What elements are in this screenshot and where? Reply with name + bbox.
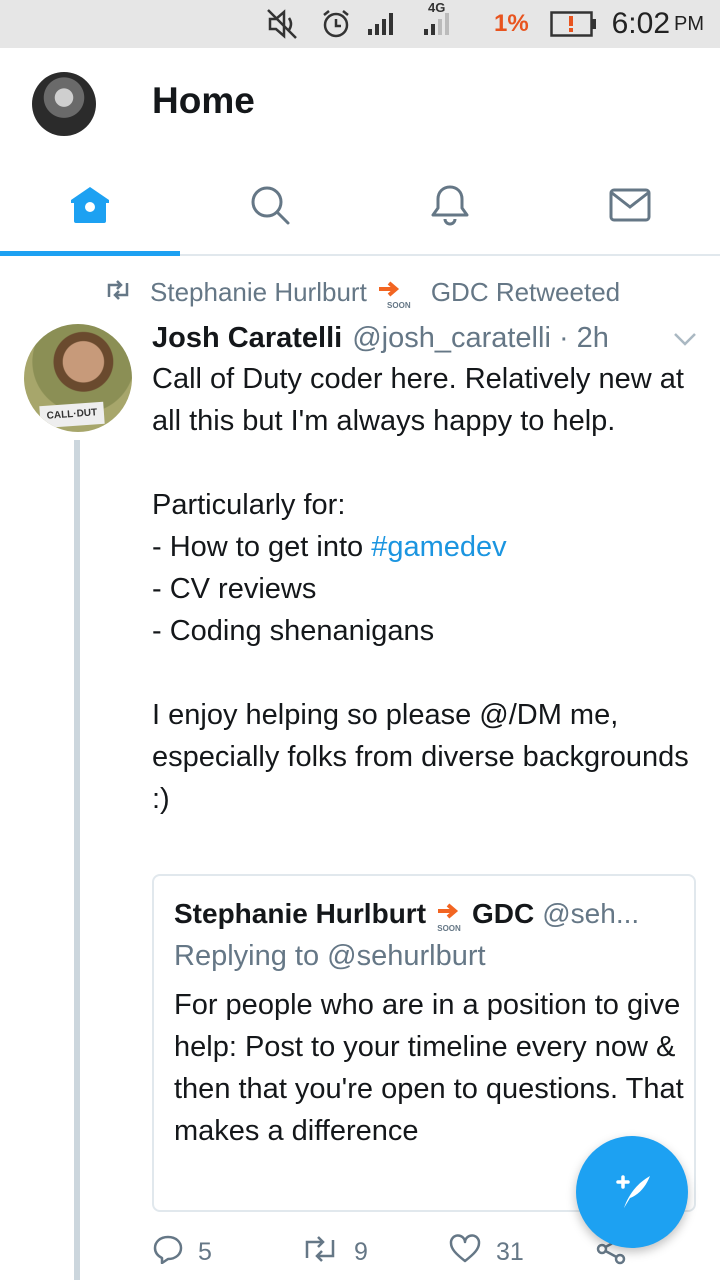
author-name[interactable]: Josh Caratelli: [152, 322, 342, 355]
tweet-line: Call of Duty coder here. Relatively new …: [152, 363, 684, 437]
quoted-tweet-header: Stephanie Hurlburt SOON GDC @seh...: [174, 894, 684, 934]
quoted-author-name: Stephanie Hurlburt: [174, 898, 427, 929]
quoted-author-handle: @seh...: [542, 898, 640, 929]
tab-notifications[interactable]: [360, 160, 540, 254]
clock-time: 6:02: [611, 7, 670, 40]
like-count: 31: [496, 1237, 524, 1266]
retweet-context[interactable]: Stephanie Hurlburt SOON GDC Retweeted: [104, 272, 620, 312]
battery-low-icon: [550, 0, 598, 48]
soon-label: SOON: [387, 300, 411, 310]
quoted-tweet-text: For people who are in a position to give…: [174, 989, 684, 1147]
page-title: Home: [152, 80, 255, 121]
soon-badge: SOON: [377, 275, 421, 310]
like-button[interactable]: 31: [448, 1230, 524, 1274]
retweet-button[interactable]: 9: [300, 1230, 368, 1274]
chevron-down-icon[interactable]: [672, 330, 698, 353]
clock: 6:02 PM: [612, 0, 704, 48]
reply-icon: [152, 1234, 198, 1271]
reply-button[interactable]: 5: [152, 1230, 212, 1274]
replying-to: Replying to @sehurlburt: [174, 940, 486, 972]
signal-icon: [366, 0, 396, 48]
author-handle[interactable]: @josh_caratelli · 2h: [352, 322, 609, 355]
profile-avatar[interactable]: [32, 72, 96, 136]
clock-ampm: PM: [674, 12, 704, 35]
search-icon: [248, 183, 292, 232]
mail-icon: [608, 183, 652, 232]
tweet-header: Josh Caratelli @josh_caratelli · 2h: [152, 318, 609, 358]
retweet-icon: [300, 1234, 354, 1271]
retweet-count: 9: [354, 1237, 368, 1266]
tweet-text: Call of Duty coder here. Relatively new …: [152, 358, 708, 820]
reply-count: 5: [198, 1237, 212, 1266]
retweeter-name: Stephanie Hurlburt: [150, 276, 367, 307]
avatar-shirt-text: CALL·DUT: [39, 401, 105, 429]
compose-tweet-button[interactable]: [576, 1136, 688, 1248]
soon-label: SOON: [437, 923, 461, 933]
tweet-line: - Coding shenanigans: [152, 615, 435, 647]
tweet-line: I enjoy helping so please @/DM me, espec…: [152, 699, 689, 815]
app-header: Home: [0, 48, 720, 160]
tweet-line: - CV reviews: [152, 573, 317, 605]
quoted-author-name-suffix: GDC: [472, 898, 535, 929]
tweet-line: Particularly for:: [152, 489, 346, 521]
alarm-icon: [320, 0, 352, 48]
author-avatar[interactable]: CALL·DUT: [24, 324, 132, 432]
retweet-icon: [104, 277, 150, 308]
signal-icon: [422, 0, 452, 48]
tab-search[interactable]: [180, 160, 360, 254]
tab-home[interactable]: [0, 160, 180, 256]
mute-icon: [264, 0, 300, 48]
battery-percent: 1%: [494, 10, 529, 37]
retweeted-label: GDC Retweeted: [430, 276, 621, 307]
arrow-right-icon: [436, 896, 462, 924]
soon-badge: SOON: [436, 896, 462, 933]
compose-icon: [606, 1164, 658, 1221]
arrow-right-icon: [377, 275, 421, 301]
bell-icon: [428, 183, 472, 232]
tab-messages[interactable]: [540, 160, 720, 254]
tab-bar: [0, 160, 720, 256]
status-bar: 4G 1% 6:02 PM: [0, 0, 720, 48]
tweet-line-text: - How to get into: [152, 531, 372, 563]
home-icon: [68, 183, 112, 232]
thread-line: [74, 440, 80, 1280]
tweet-line: - How to get into #gamedev: [152, 526, 708, 568]
heart-icon: [448, 1233, 496, 1271]
hashtag-link[interactable]: #gamedev: [371, 531, 506, 563]
